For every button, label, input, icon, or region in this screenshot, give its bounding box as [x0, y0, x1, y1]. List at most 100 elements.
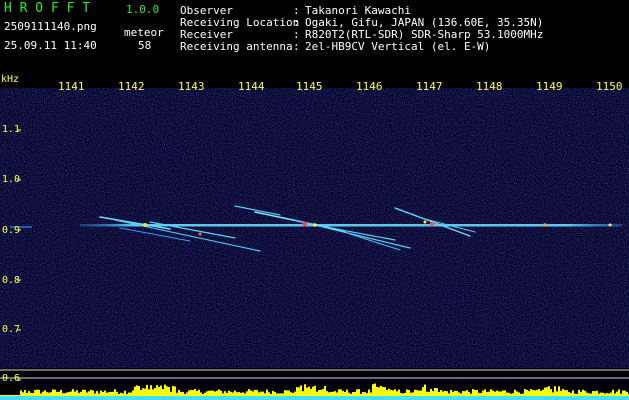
signal-bar: [346, 389, 348, 396]
signal-bar: [172, 386, 174, 396]
signal-bar: [624, 390, 626, 396]
hot-spot: [313, 223, 317, 227]
signal-bar: [252, 391, 254, 396]
signal-bar: [274, 392, 276, 396]
signal-bar: [68, 392, 70, 396]
signal-bar: [76, 390, 78, 396]
signal-bar: [554, 386, 556, 396]
signal-bar: [520, 393, 522, 396]
signal-bar: [442, 391, 444, 396]
signal-bar: [564, 390, 566, 396]
signal-bar: [290, 392, 292, 396]
signal-bar: [302, 391, 304, 396]
signal-bar: [494, 391, 496, 396]
signal-bar: [286, 390, 288, 396]
signal-bar: [418, 390, 420, 396]
signal-bar: [464, 391, 466, 396]
signal-bar: [54, 389, 56, 396]
signal-bar: [288, 390, 290, 396]
signal-bar: [510, 393, 512, 396]
signal-bar: [210, 390, 212, 396]
signal-bar: [610, 392, 612, 396]
hot-spot: [429, 221, 435, 227]
signal-bar: [72, 389, 74, 396]
signal-bar: [88, 391, 90, 396]
signal-bar: [608, 393, 610, 396]
signal-bar: [284, 390, 286, 396]
signal-bar: [240, 392, 242, 396]
signal-bar: [272, 390, 274, 396]
signal-bar: [456, 390, 458, 396]
signal-bar: [298, 387, 300, 396]
signal-bar: [296, 387, 298, 396]
signal-bar: [356, 389, 358, 396]
signal-bar: [560, 390, 562, 396]
signal-bar: [194, 389, 196, 396]
signal-bar: [326, 391, 328, 396]
signal-bar: [472, 389, 474, 396]
signal-bar: [478, 392, 480, 396]
signal-bar: [314, 385, 316, 396]
signal-bar: [604, 393, 606, 396]
hot-spot: [302, 221, 308, 227]
x-tick-1146: 1146: [356, 80, 383, 93]
signal-bar: [508, 392, 510, 396]
signal-bar: [218, 389, 220, 396]
signal-bar: [388, 388, 390, 396]
signal-bar: [530, 389, 532, 396]
signal-bar: [158, 387, 160, 396]
signal-bar: [566, 390, 568, 396]
signal-bar: [222, 393, 224, 396]
signal-bar: [310, 388, 312, 396]
signal-bar: [168, 387, 170, 396]
signal-bar: [10, 395, 12, 396]
signal-bar: [336, 392, 338, 396]
hot-spot: [608, 223, 612, 227]
signal-bar: [386, 390, 388, 396]
signal-bar: [498, 391, 500, 396]
signal-bar: [540, 390, 542, 396]
signal-bar: [126, 393, 128, 396]
y-tick-0.7: 0.7: [2, 324, 21, 335]
signal-bar: [448, 393, 450, 396]
signal-bar: [468, 391, 470, 396]
signal-bar: [416, 390, 418, 396]
signal-bar: [374, 383, 376, 396]
signal-bar: [500, 391, 502, 396]
signal-bar: [458, 392, 460, 396]
signal-bar: [444, 390, 446, 396]
signal-bar: [214, 391, 216, 396]
signal-bar: [270, 393, 272, 396]
signal-bar: [360, 393, 362, 396]
signal-bar: [536, 389, 538, 396]
signal-bar: [14, 395, 16, 396]
signal-bar: [28, 391, 30, 396]
signal-bar: [80, 391, 82, 396]
signal-bar: [186, 392, 188, 396]
signal-bar: [580, 391, 582, 396]
signal-bar: [124, 390, 126, 396]
signal-bar: [352, 391, 354, 396]
signal-bar: [132, 390, 134, 396]
hot-spot: [423, 220, 427, 224]
signal-bar: [212, 390, 214, 396]
x-tick-1143: 1143: [178, 80, 205, 93]
signal-bar: [166, 386, 168, 396]
signal-bar: [328, 392, 330, 396]
signal-bar: [546, 387, 548, 396]
signal-bar: [256, 389, 258, 396]
x-tick-1147: 1147: [416, 80, 443, 93]
signal-bar: [96, 391, 98, 396]
signal-bar: [196, 391, 198, 396]
signal-bar: [378, 387, 380, 396]
signal-bar: [276, 393, 278, 396]
signal-bar: [372, 384, 374, 396]
signal-bar: [152, 389, 154, 396]
signal-bar: [26, 393, 28, 396]
signal-bar: [224, 391, 226, 396]
signal-bar: [532, 390, 534, 396]
signal-bar: [420, 390, 422, 396]
signal-bar: [380, 385, 382, 396]
signal-bar: [542, 389, 544, 396]
y-tick-1.0: 1.0: [2, 174, 21, 185]
